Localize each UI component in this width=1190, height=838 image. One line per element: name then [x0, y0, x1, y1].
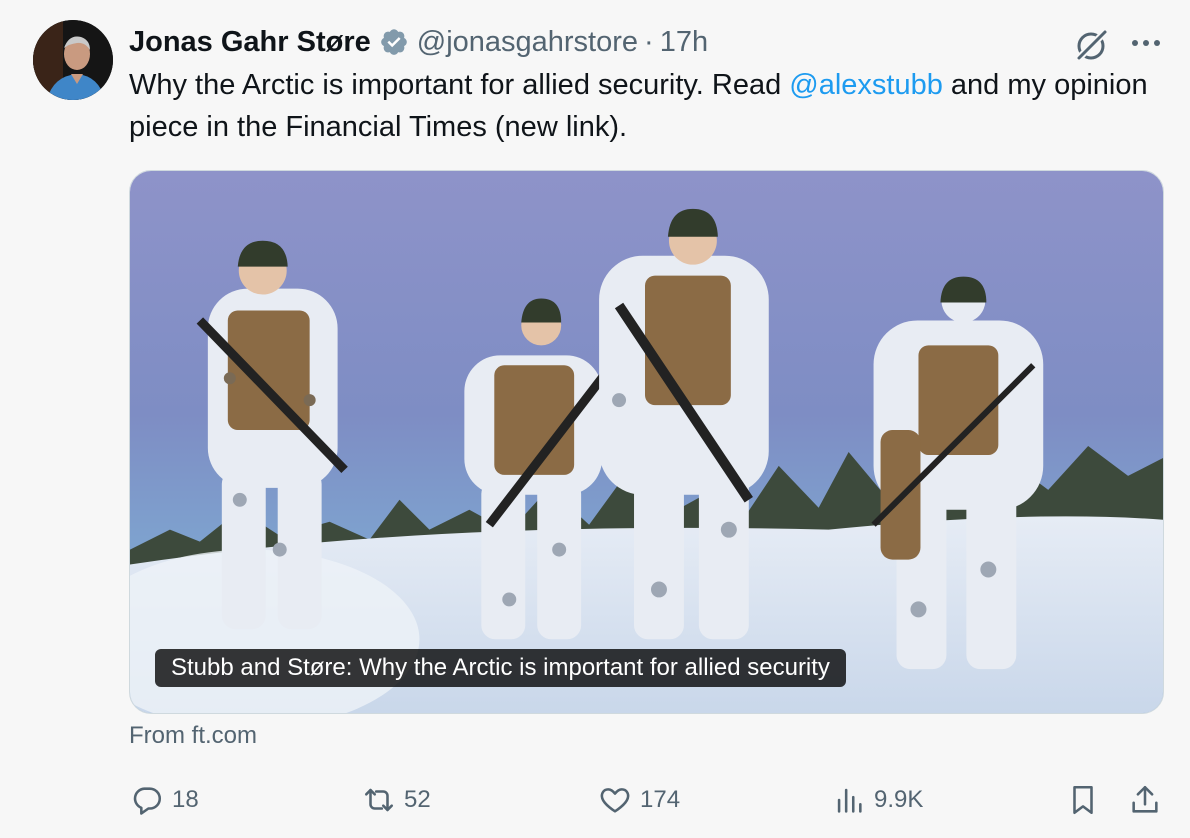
like-button[interactable]: 174	[598, 778, 680, 822]
avatar-photo	[33, 20, 113, 100]
bookmark-button[interactable]	[1066, 778, 1100, 822]
mention-link[interactable]: @alexstubb	[789, 69, 943, 101]
card-image	[130, 171, 1163, 713]
like-count: 174	[640, 786, 681, 813]
share-button[interactable]	[1128, 778, 1162, 822]
verified-badge-icon	[379, 27, 409, 57]
tweet[interactable]: Jonas Gahr Støre @jonasgahrstore · 17h W…	[0, 0, 1190, 838]
reply-icon	[133, 787, 162, 815]
repost-button[interactable]: 52	[362, 778, 431, 822]
reply-button[interactable]: 18	[130, 778, 199, 822]
tweet-timestamp[interactable]: 17h	[660, 26, 708, 59]
bookmark-icon	[1073, 785, 1093, 815]
card-title: Stubb and Støre: Why the Arctic is impor…	[155, 649, 846, 687]
views-count: 9.9K	[874, 786, 924, 813]
tweet-text-before: Why the Arctic is important for allied s…	[129, 69, 790, 101]
author-handle[interactable]: @jonasgahrstore	[417, 26, 638, 59]
tweet-header: Jonas Gahr Støre @jonasgahrstore · 17h	[129, 22, 708, 62]
repost-icon	[364, 788, 394, 812]
reply-count: 18	[172, 786, 199, 813]
separator-dot: ·	[644, 25, 654, 58]
grok-icon[interactable]	[1072, 24, 1112, 64]
share-icon	[1132, 785, 1158, 813]
tweet-text: Why the Arctic is important for allied s…	[129, 64, 1149, 148]
repost-count: 52	[404, 786, 431, 813]
like-icon	[600, 788, 630, 813]
views-button[interactable]: 9.9K	[832, 778, 923, 822]
link-card[interactable]: Stubb and Støre: Why the Arctic is impor…	[129, 170, 1164, 714]
action-bar: 18 52 174 9.9K	[0, 778, 1190, 822]
card-source[interactable]: From ft.com	[129, 722, 257, 750]
author-name[interactable]: Jonas Gahr Støre	[129, 26, 371, 59]
avatar[interactable]	[33, 20, 113, 100]
more-icon[interactable]	[1128, 28, 1164, 58]
views-icon	[837, 788, 862, 813]
